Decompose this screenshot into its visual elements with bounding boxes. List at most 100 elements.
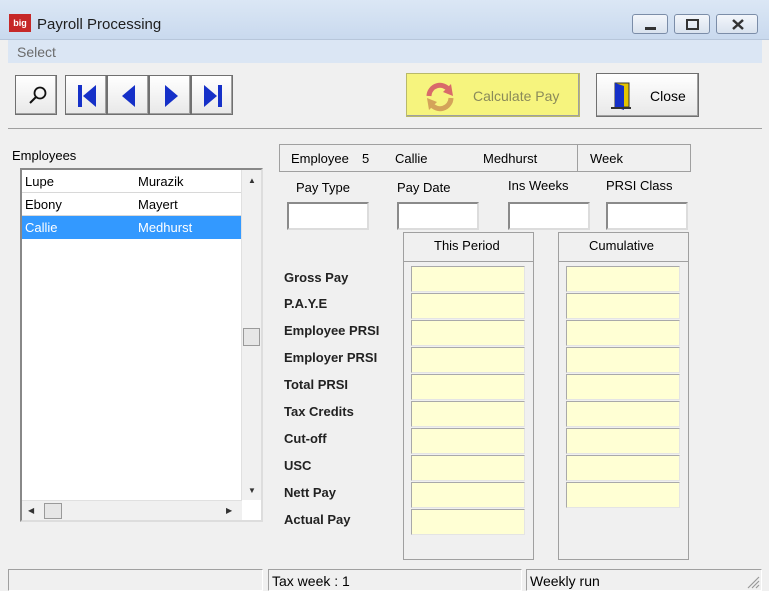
refresh-calc-icon	[426, 82, 454, 112]
status-cell-left	[8, 569, 263, 591]
status-bar: Tax week : 1 Weekly run	[8, 568, 762, 591]
actual-pay-label: Actual Pay	[284, 512, 351, 527]
actual-pay-period-field[interactable]	[411, 509, 525, 535]
total-prsi-cumulative-field[interactable]	[566, 374, 680, 400]
pay-date-label: Pay Date	[397, 180, 451, 195]
pay-type-input[interactable]	[287, 202, 369, 230]
header-divider	[577, 145, 578, 171]
vertical-scrollbar[interactable]: ▲ ▼	[241, 170, 261, 500]
tax-credits-cumulative-field[interactable]	[566, 401, 680, 427]
status-cell-run-type: Weekly run	[526, 569, 762, 591]
employee-list[interactable]: Lupe Murazik Ebony Mayert Callie Medhurs…	[20, 168, 263, 522]
gross-pay-label: Gross Pay	[284, 270, 349, 285]
employee-label: Employee	[291, 151, 349, 166]
tax-credits-period-field[interactable]	[411, 401, 525, 427]
pay-type-label: Pay Type	[296, 180, 350, 195]
employee-first-name: Lupe	[25, 174, 54, 189]
search-button[interactable]	[15, 75, 57, 115]
usc-label: USC	[284, 458, 312, 473]
cut-off-label: Cut-off	[284, 431, 327, 446]
paye-cumulative-field[interactable]	[566, 293, 680, 319]
pay-date-input[interactable]	[397, 202, 479, 230]
minimize-icon	[645, 27, 656, 30]
scroll-right-icon[interactable]: ▶	[226, 506, 232, 515]
cut-off-cumulative-field[interactable]	[566, 428, 680, 454]
toolbar: Calculate Pay Close	[8, 63, 762, 129]
paye-period-field[interactable]	[411, 293, 525, 319]
first-record-icon	[78, 85, 96, 107]
employee-first-name: Callie	[25, 220, 58, 235]
resize-grip-icon[interactable]	[744, 573, 760, 589]
last-record-icon	[204, 85, 222, 107]
usc-period-field[interactable]	[411, 455, 525, 481]
list-item-selected[interactable]: Callie Medhurst	[22, 216, 241, 239]
employee-last-name: Mayert	[138, 197, 178, 212]
this-period-divider	[403, 261, 534, 262]
main-panel: Employees Lupe Murazik Ebony Mayert Call…	[8, 130, 762, 568]
employee-prsi-cumulative-field[interactable]	[566, 320, 680, 346]
scroll-up-icon[interactable]: ▲	[248, 176, 256, 185]
close-window-button[interactable]	[716, 14, 758, 34]
cumulative-divider	[558, 261, 689, 262]
horizontal-scroll-thumb[interactable]	[44, 503, 62, 519]
tax-week-text: Tax week : 1	[272, 573, 350, 589]
nett-pay-period-field[interactable]	[411, 482, 525, 508]
employee-prsi-label: Employee PRSI	[284, 323, 380, 338]
employee-number: 5	[362, 151, 370, 166]
close-icon	[732, 19, 744, 30]
employee-header: Employee 5 Callie Medhurst Week	[279, 144, 691, 172]
employee-first-name: Ebony	[25, 197, 62, 212]
maximize-button[interactable]	[674, 14, 710, 34]
first-record-button[interactable]	[65, 75, 107, 115]
employee-prsi-period-field[interactable]	[411, 320, 525, 346]
list-item[interactable]: Ebony Mayert	[22, 193, 241, 216]
prsi-class-input[interactable]	[606, 202, 688, 230]
next-record-icon	[165, 85, 178, 107]
calculate-pay-button[interactable]: Calculate Pay	[406, 73, 580, 117]
maximize-icon	[686, 19, 699, 30]
horizontal-scrollbar[interactable]: ◀ ▶	[22, 500, 242, 520]
app-logo-icon: big	[9, 14, 31, 32]
gross-pay-period-field[interactable]	[411, 266, 525, 292]
minimize-button[interactable]	[632, 14, 668, 34]
last-record-button[interactable]	[191, 75, 233, 115]
total-prsi-period-field[interactable]	[411, 374, 525, 400]
ins-weeks-label: Ins Weeks	[508, 178, 569, 193]
usc-cumulative-field[interactable]	[566, 455, 680, 481]
scroll-down-icon[interactable]: ▼	[248, 486, 256, 495]
menu-select[interactable]: Select	[17, 44, 56, 60]
nett-pay-label: Nett Pay	[284, 485, 337, 500]
employer-prsi-cumulative-field[interactable]	[566, 347, 680, 373]
nett-pay-cumulative-field[interactable]	[566, 482, 680, 508]
total-prsi-label: Total PRSI	[284, 377, 349, 392]
employees-label: Employees	[12, 148, 77, 163]
gross-pay-cumulative-field[interactable]	[566, 266, 680, 292]
close-label: Close	[650, 88, 686, 104]
cumulative-header: Cumulative	[589, 238, 655, 253]
prev-record-button[interactable]	[107, 75, 149, 115]
ins-weeks-input[interactable]	[508, 202, 590, 230]
search-icon	[29, 86, 47, 104]
employee-last-name: Medhurst	[138, 220, 193, 235]
employer-prsi-label: Employer PRSI	[284, 350, 378, 365]
prsi-class-label: PRSI Class	[606, 178, 673, 193]
menu-bar: Select	[8, 40, 762, 63]
employee-last-name: Murazik	[138, 174, 184, 189]
list-item[interactable]: Lupe Murazik	[22, 170, 241, 193]
prev-record-icon	[122, 85, 135, 107]
this-period-header: This Period	[434, 238, 500, 253]
status-cell-tax-week: Tax week : 1	[268, 569, 522, 591]
vertical-scroll-thumb[interactable]	[243, 328, 260, 346]
employee-last-name-display: Medhurst	[483, 151, 538, 166]
week-label: Week	[590, 151, 623, 166]
window-title: Payroll Processing	[37, 16, 162, 33]
employer-prsi-period-field[interactable]	[411, 347, 525, 373]
exit-door-icon	[611, 82, 631, 110]
tax-credits-label: Tax Credits	[284, 404, 354, 419]
scroll-left-icon[interactable]: ◀	[28, 506, 34, 515]
next-record-button[interactable]	[149, 75, 191, 115]
paye-label: P.A.Y.E	[284, 296, 328, 311]
close-button[interactable]: Close	[596, 73, 699, 117]
title-bar: big Payroll Processing	[0, 0, 769, 40]
cut-off-period-field[interactable]	[411, 428, 525, 454]
